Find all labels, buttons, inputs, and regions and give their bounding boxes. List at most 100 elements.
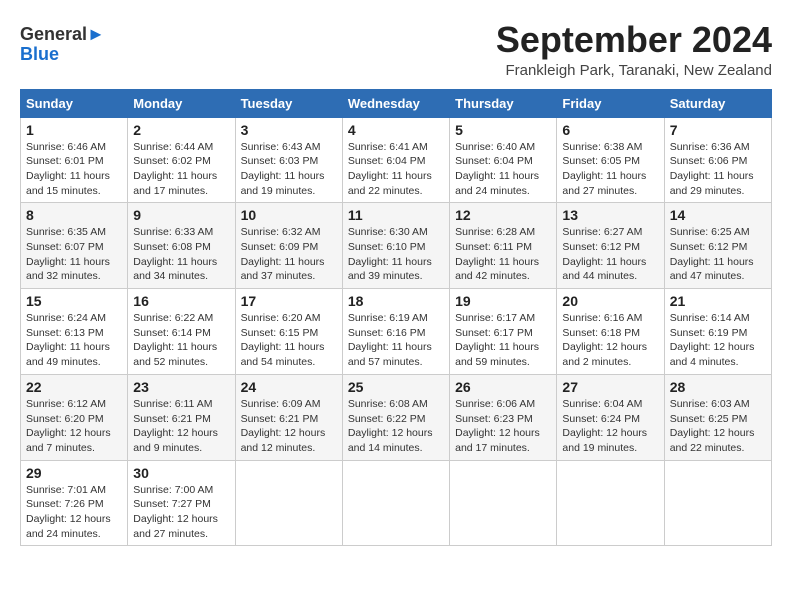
day-cell-15: 15 Sunrise: 6:24 AMSunset: 6:13 PMDayligh… <box>21 289 128 375</box>
calendar-week-row: 29Sunrise: 7:01 AMSunset: 7:26 PMDayligh… <box>21 460 772 546</box>
day-number: 18 <box>348 293 444 309</box>
day-info: Sunrise: 6:44 AMSunset: 6:02 PMDaylight:… <box>133 140 229 199</box>
day-info: Sunrise: 6:33 AMSunset: 6:08 PMDaylight:… <box>133 225 229 284</box>
empty-cell <box>342 460 449 546</box>
day-number: 29 <box>26 465 122 481</box>
day-cell-8: 8Sunrise: 6:35 AMSunset: 6:07 PMDaylight… <box>21 203 128 289</box>
day-info: Sunrise: 6:38 AMSunset: 6:05 PMDaylight:… <box>562 140 658 199</box>
day-cell-3: 3Sunrise: 6:43 AMSunset: 6:03 PMDaylight… <box>235 117 342 203</box>
day-info: Sunrise: 6:22 AMSunset: 6:14 PMDaylight:… <box>133 311 229 370</box>
day-info: Sunrise: 6:09 AMSunset: 6:21 PMDaylight:… <box>241 397 337 456</box>
weekday-monday: Monday <box>128 89 235 117</box>
weekday-thursday: Thursday <box>450 89 557 117</box>
month-title: September 2024 <box>496 20 772 60</box>
day-info: Sunrise: 6:30 AMSunset: 6:10 PMDaylight:… <box>348 225 444 284</box>
weekday-wednesday: Wednesday <box>342 89 449 117</box>
day-number: 7 <box>670 122 766 138</box>
day-info: Sunrise: 6:04 AMSunset: 6:24 PMDaylight:… <box>562 397 658 456</box>
day-cell-26: 26 Sunrise: 6:06 AMSunset: 6:23 PMDayligh… <box>450 374 557 460</box>
day-cell-18: 18 Sunrise: 6:19 AMSunset: 6:16 PMDayligh… <box>342 289 449 375</box>
day-info: Sunrise: 7:00 AMSunset: 7:27 PMDaylight:… <box>133 483 229 542</box>
empty-cell <box>664 460 771 546</box>
day-info: Sunrise: 6:40 AMSunset: 6:04 PMDaylight:… <box>455 140 551 199</box>
day-info: Sunrise: 6:36 AMSunset: 6:06 PMDaylight:… <box>670 140 766 199</box>
weekday-header-row: SundayMondayTuesdayWednesdayThursdayFrid… <box>21 89 772 117</box>
day-number: 23 <box>133 379 229 395</box>
day-info: Sunrise: 6:19 AMSunset: 6:16 PMDaylight:… <box>348 311 444 370</box>
day-cell-21: 21 Sunrise: 6:14 AMSunset: 6:19 PMDayligh… <box>664 289 771 375</box>
day-number: 30 <box>133 465 229 481</box>
weekday-saturday: Saturday <box>664 89 771 117</box>
day-info: Sunrise: 6:06 AMSunset: 6:23 PMDaylight:… <box>455 397 551 456</box>
day-info: Sunrise: 6:16 AMSunset: 6:18 PMDaylight:… <box>562 311 658 370</box>
empty-cell <box>557 460 664 546</box>
day-number: 17 <box>241 293 337 309</box>
empty-cell <box>450 460 557 546</box>
day-number: 9 <box>133 207 229 223</box>
day-number: 4 <box>348 122 444 138</box>
day-info: Sunrise: 6:41 AMSunset: 6:04 PMDaylight:… <box>348 140 444 199</box>
day-cell-10: 10Sunrise: 6:32 AMSunset: 6:09 PMDayligh… <box>235 203 342 289</box>
day-cell-17: 17Sunrise: 6:20 AMSunset: 6:15 PMDayligh… <box>235 289 342 375</box>
day-number: 19 <box>455 293 551 309</box>
day-number: 24 <box>241 379 337 395</box>
day-number: 13 <box>562 207 658 223</box>
day-info: Sunrise: 6:24 AMSunset: 6:13 PMDaylight:… <box>26 311 122 370</box>
day-cell-22: 22 Sunrise: 6:12 AMSunset: 6:20 PMDayligh… <box>21 374 128 460</box>
calendar-week-row: 15 Sunrise: 6:24 AMSunset: 6:13 PMDayligh… <box>21 289 772 375</box>
calendar-week-row: 8Sunrise: 6:35 AMSunset: 6:07 PMDaylight… <box>21 203 772 289</box>
day-number: 1 <box>26 122 122 138</box>
day-number: 6 <box>562 122 658 138</box>
day-number: 15 <box>26 293 122 309</box>
day-cell-24: 24 Sunrise: 6:09 AMSunset: 6:21 PMDayligh… <box>235 374 342 460</box>
day-cell-30: 30 Sunrise: 7:00 AMSunset: 7:27 PMDayligh… <box>128 460 235 546</box>
day-cell-14: 14Sunrise: 6:25 AMSunset: 6:12 PMDayligh… <box>664 203 771 289</box>
day-info: Sunrise: 6:03 AMSunset: 6:25 PMDaylight:… <box>670 397 766 456</box>
day-cell-27: 27 Sunrise: 6:04 AMSunset: 6:24 PMDayligh… <box>557 374 664 460</box>
day-number: 5 <box>455 122 551 138</box>
day-info: Sunrise: 6:28 AMSunset: 6:11 PMDaylight:… <box>455 225 551 284</box>
day-number: 3 <box>241 122 337 138</box>
calendar-week-row: 22 Sunrise: 6:12 AMSunset: 6:20 PMDayligh… <box>21 374 772 460</box>
calendar-week-row: 1 Sunrise: 6:46 AMSunset: 6:01 PMDaylight… <box>21 117 772 203</box>
day-cell-2: 2 Sunrise: 6:44 AMSunset: 6:02 PMDaylight… <box>128 117 235 203</box>
day-info: Sunrise: 6:25 AMSunset: 6:12 PMDaylight:… <box>670 225 766 284</box>
day-number: 20 <box>562 293 658 309</box>
logo-general: General <box>20 24 87 44</box>
day-number: 12 <box>455 207 551 223</box>
day-number: 2 <box>133 122 229 138</box>
day-cell-29: 29Sunrise: 7:01 AMSunset: 7:26 PMDayligh… <box>21 460 128 546</box>
day-cell-12: 12 Sunrise: 6:28 AMSunset: 6:11 PMDayligh… <box>450 203 557 289</box>
day-number: 25 <box>348 379 444 395</box>
calendar-table: SundayMondayTuesdayWednesdayThursdayFrid… <box>20 89 772 547</box>
day-number: 21 <box>670 293 766 309</box>
day-number: 26 <box>455 379 551 395</box>
day-cell-5: 5 Sunrise: 6:40 AMSunset: 6:04 PMDaylight… <box>450 117 557 203</box>
day-cell-4: 4 Sunrise: 6:41 AMSunset: 6:04 PMDaylight… <box>342 117 449 203</box>
location: Frankleigh Park, Taranaki, New Zealand <box>496 62 772 79</box>
day-number: 8 <box>26 207 122 223</box>
day-info: Sunrise: 6:14 AMSunset: 6:19 PMDaylight:… <box>670 311 766 370</box>
day-cell-13: 13 Sunrise: 6:27 AMSunset: 6:12 PMDayligh… <box>557 203 664 289</box>
day-info: Sunrise: 6:17 AMSunset: 6:17 PMDaylight:… <box>455 311 551 370</box>
day-cell-23: 23Sunrise: 6:11 AMSunset: 6:21 PMDayligh… <box>128 374 235 460</box>
day-number: 22 <box>26 379 122 395</box>
empty-cell <box>235 460 342 546</box>
day-number: 16 <box>133 293 229 309</box>
page-header: General► Blue September 2024 Frankleigh … <box>20 20 772 79</box>
day-info: Sunrise: 6:12 AMSunset: 6:20 PMDaylight:… <box>26 397 122 456</box>
day-info: Sunrise: 6:08 AMSunset: 6:22 PMDaylight:… <box>348 397 444 456</box>
day-number: 11 <box>348 207 444 223</box>
day-info: Sunrise: 6:46 AMSunset: 6:01 PMDaylight:… <box>26 140 122 199</box>
day-cell-11: 11 Sunrise: 6:30 AMSunset: 6:10 PMDayligh… <box>342 203 449 289</box>
day-cell-19: 19 Sunrise: 6:17 AMSunset: 6:17 PMDayligh… <box>450 289 557 375</box>
day-number: 10 <box>241 207 337 223</box>
weekday-tuesday: Tuesday <box>235 89 342 117</box>
day-cell-9: 9 Sunrise: 6:33 AMSunset: 6:08 PMDaylight… <box>128 203 235 289</box>
day-info: Sunrise: 6:27 AMSunset: 6:12 PMDaylight:… <box>562 225 658 284</box>
logo: General► Blue <box>20 25 105 65</box>
logo-blue: Blue <box>20 44 59 64</box>
day-number: 27 <box>562 379 658 395</box>
day-cell-16: 16 Sunrise: 6:22 AMSunset: 6:14 PMDayligh… <box>128 289 235 375</box>
weekday-sunday: Sunday <box>21 89 128 117</box>
